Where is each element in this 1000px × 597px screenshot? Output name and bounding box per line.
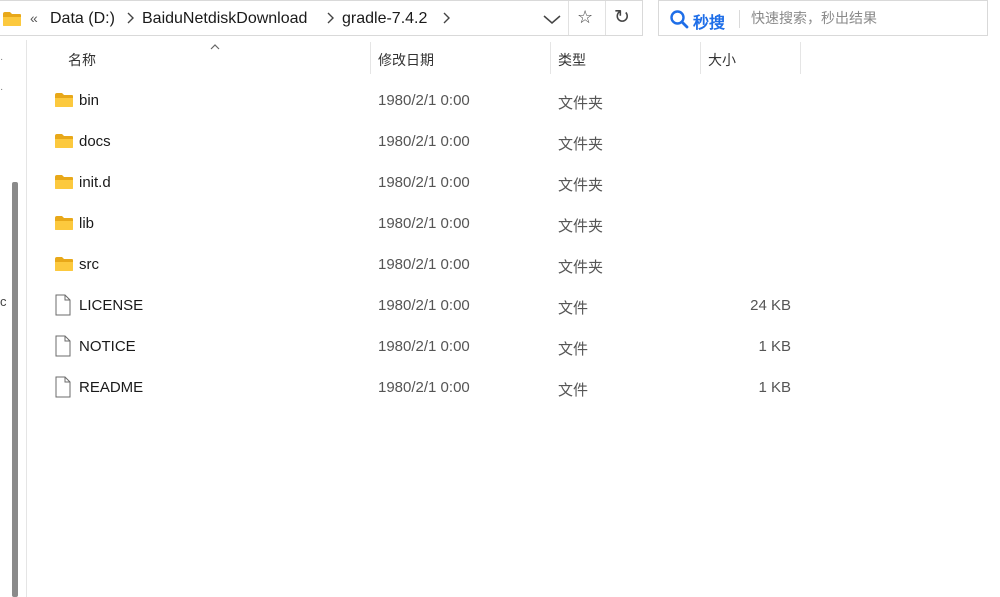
column-header-type-label: 类型	[558, 52, 586, 68]
file-size: 1 KB	[758, 379, 791, 396]
file-date: 1980/2/1 0:00	[378, 256, 470, 273]
file-type: 文件夹	[558, 259, 604, 276]
chevron-right-icon[interactable]	[125, 11, 135, 30]
chevron-down-icon[interactable]	[538, 7, 566, 31]
file-row[interactable]: NOTICE 1980/2/1 0:00 文件 1 KB	[30, 326, 800, 367]
address-bar[interactable]: « Data (D:) BaiduNetdiskDownload gradle-…	[0, 0, 643, 36]
file-size: 24 KB	[750, 297, 791, 314]
folder-icon	[54, 256, 74, 277]
file-date: 1980/2/1 0:00	[378, 338, 470, 355]
folder-icon	[2, 11, 22, 32]
column-divider[interactable]	[800, 42, 801, 74]
star-icon[interactable]: ☆	[577, 7, 593, 28]
nav-marker: ·	[0, 54, 4, 65]
search-box[interactable]: 秒搜	[658, 0, 988, 36]
nav-marker: ·	[0, 84, 4, 95]
folder-icon	[54, 133, 74, 154]
search-icon[interactable]	[669, 9, 689, 34]
column-header-type[interactable]: 类型	[551, 40, 700, 76]
file-name[interactable]: bin	[79, 92, 99, 109]
file-date: 1980/2/1 0:00	[378, 133, 470, 150]
divider	[568, 1, 569, 35]
folder-icon	[54, 215, 74, 236]
file-type: 文件	[558, 382, 589, 399]
file-row[interactable]: lib 1980/2/1 0:00 文件夹	[30, 203, 800, 244]
file-name[interactable]: lib	[79, 215, 94, 232]
column-header-name-label: 名称	[68, 52, 96, 68]
file-date: 1980/2/1 0:00	[378, 215, 470, 232]
divider	[605, 1, 606, 35]
file-type: 文件	[558, 300, 589, 317]
file-name[interactable]: init.d	[79, 174, 111, 191]
file-type: 文件	[558, 341, 589, 358]
breadcrumb-item-folder[interactable]: BaiduNetdiskDownload	[142, 10, 307, 28]
chevron-right-icon[interactable]	[441, 11, 451, 30]
file-row[interactable]: init.d 1980/2/1 0:00 文件夹	[30, 162, 800, 203]
file-name[interactable]: README	[79, 379, 143, 396]
file-row[interactable]: docs 1980/2/1 0:00 文件夹	[30, 121, 800, 162]
nav-scrollbar[interactable]	[12, 182, 18, 597]
file-name[interactable]: docs	[79, 133, 111, 150]
column-header-size-label: 大小	[708, 52, 736, 68]
column-header-date-label: 修改日期	[378, 52, 434, 68]
file-type: 文件夹	[558, 95, 604, 112]
file-date: 1980/2/1 0:00	[378, 174, 470, 191]
file-row[interactable]: LICENSE 1980/2/1 0:00 文件 24 KB	[30, 285, 800, 326]
folder-icon	[54, 174, 74, 195]
file-size: 1 KB	[758, 338, 791, 355]
file-name[interactable]: src	[79, 256, 99, 273]
file-type: 文件夹	[558, 136, 604, 153]
file-date: 1980/2/1 0:00	[378, 379, 470, 396]
file-row[interactable]: README 1980/2/1 0:00 文件 1 KB	[30, 367, 800, 408]
column-header-size[interactable]: 大小	[701, 40, 800, 76]
search-input[interactable]	[749, 9, 978, 27]
breadcrumb-item-drive[interactable]: Data (D:)	[50, 10, 115, 28]
divider	[739, 10, 740, 28]
file-type: 文件夹	[558, 177, 604, 194]
breadcrumb-item-current[interactable]: gradle-7.4.2	[342, 10, 427, 28]
file-date: 1980/2/1 0:00	[378, 297, 470, 314]
nav-partial-label: c	[0, 294, 7, 309]
file-icon	[54, 335, 72, 362]
file-icon	[54, 294, 72, 321]
file-date: 1980/2/1 0:00	[378, 92, 470, 109]
file-type: 文件夹	[558, 218, 604, 235]
breadcrumb-overflow-icon[interactable]: «	[30, 10, 38, 26]
column-header-name[interactable]: 名称	[30, 40, 370, 76]
refresh-icon[interactable]: ↻	[614, 6, 630, 29]
search-brand-label: 秒搜	[693, 15, 726, 32]
folder-icon	[54, 92, 74, 113]
chevron-right-icon[interactable]	[325, 11, 335, 30]
file-icon	[54, 376, 72, 403]
file-name[interactable]: LICENSE	[79, 297, 143, 314]
file-row[interactable]: bin 1980/2/1 0:00 文件夹	[30, 80, 800, 121]
file-row[interactable]: src 1980/2/1 0:00 文件夹	[30, 244, 800, 285]
column-header-date[interactable]: 修改日期	[371, 40, 550, 76]
file-name[interactable]: NOTICE	[79, 338, 136, 355]
